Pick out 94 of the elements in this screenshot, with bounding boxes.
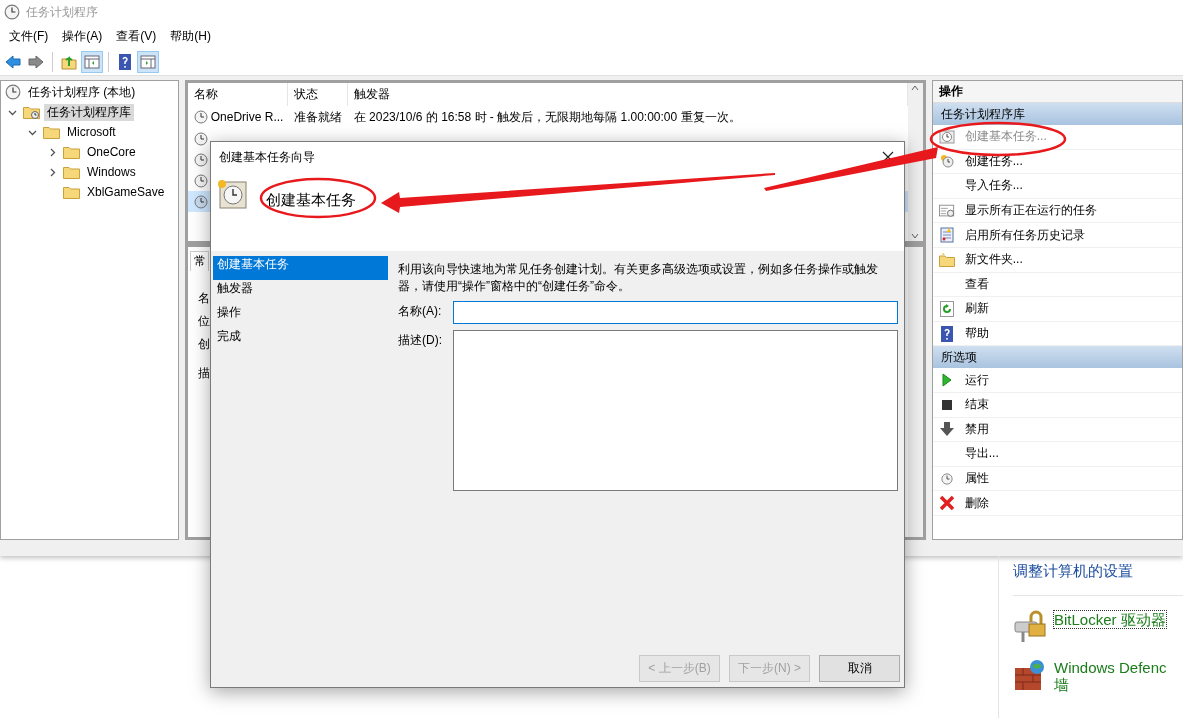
- panel-title: 操作: [932, 81, 1182, 103]
- action-item[interactable]: 查看: [964, 276, 989, 292]
- field-label: 名: [197, 291, 210, 306]
- wizard-button[interactable]: 取消: [819, 655, 900, 682]
- wizard-step[interactable]: 创建基本任务: [213, 256, 388, 280]
- settings-link[interactable]: 调整计算机的设置: [1013, 562, 1183, 596]
- control-panel-link[interactable]: 墙: [1054, 676, 1167, 694]
- wizard-step[interactable]: 完成: [213, 328, 388, 352]
- column-header[interactable]: 状态: [287, 83, 348, 106]
- scrollbar[interactable]: [907, 83, 923, 241]
- delete-icon: [938, 495, 955, 512]
- field-label: 位: [197, 314, 210, 329]
- wizard-heading: 创建基本任务: [266, 191, 356, 210]
- action-item[interactable]: 导入任务...: [964, 178, 1023, 194]
- control-panel-link[interactable]: BitLocker 驱动器: [1054, 610, 1166, 628]
- column-header[interactable]: 触发器: [347, 83, 908, 106]
- folder-up-icon: [61, 53, 77, 70]
- scrollbar[interactable]: [907, 247, 923, 537]
- action-item[interactable]: 运行: [964, 372, 989, 388]
- action-item[interactable]: 创建任务...: [964, 153, 1023, 169]
- window-title: 任务计划程序: [26, 4, 98, 20]
- toolbar-button[interactable]: [137, 50, 159, 73]
- forward-arrow-icon: [28, 53, 44, 70]
- clock-icon: [938, 129, 955, 144]
- clock-icon: [193, 194, 208, 209]
- table-cell-text: 准备就绪: [292, 110, 343, 125]
- menu-item[interactable]: 文件(F): [2, 28, 56, 44]
- action-item[interactable]: 删除: [964, 495, 989, 511]
- field-label: 描: [197, 366, 210, 381]
- description-field[interactable]: [453, 329, 898, 491]
- clock-icon: [193, 110, 208, 124]
- folder-icon: [43, 125, 60, 139]
- action-item[interactable]: 新文件夹...: [964, 252, 1023, 268]
- field-label: 描述(D):: [398, 331, 443, 349]
- play-icon: [941, 373, 952, 388]
- wizard-step[interactable]: 触发器: [213, 280, 388, 304]
- task-clock-icon: [216, 178, 248, 210]
- scroll-down-icon[interactable]: [911, 233, 920, 239]
- toolbar-button[interactable]: [81, 50, 103, 73]
- clock-icon: [193, 152, 208, 167]
- tree-item[interactable]: 任务计划程序 (本地): [25, 83, 139, 101]
- stop-icon: [941, 399, 952, 410]
- clock-icon: [939, 154, 954, 169]
- clock-icon: [940, 472, 953, 485]
- field-label: 创: [197, 337, 210, 352]
- name-field[interactable]: [453, 300, 898, 324]
- tree-item[interactable]: Microsoft: [64, 123, 119, 141]
- action-item[interactable]: 属性: [964, 471, 989, 486]
- tree-item[interactable]: 任务计划程序库: [44, 103, 134, 121]
- action-item[interactable]: 结束: [964, 397, 989, 413]
- dialog-title: 创建基本任务向导: [219, 149, 315, 165]
- folder-icon: [63, 165, 80, 179]
- panel-icon: [140, 53, 156, 70]
- panel-icon: [84, 53, 100, 70]
- action-item[interactable]: 刷新: [964, 301, 989, 317]
- folder-icon: [63, 185, 80, 199]
- lock-key-icon: [1013, 609, 1047, 644]
- table-cell: OneDrive R...: [210, 110, 284, 125]
- tab[interactable]: 常: [189, 251, 209, 271]
- refresh-icon: [939, 300, 954, 317]
- notepad-icon: [939, 227, 954, 244]
- column-header[interactable]: 名称: [187, 83, 288, 106]
- action-item[interactable]: 导出...: [964, 446, 999, 462]
- menu-item[interactable]: 帮助(H): [163, 28, 218, 44]
- list-clock-icon: [938, 203, 955, 218]
- table-cell-text: 在 2023/10/6 的 16:58 时 - 触发后，无限期地每隔 1.00:00:00 重复一次。: [352, 110, 741, 125]
- back-arrow-icon: [5, 53, 21, 70]
- folder-clock-icon: [23, 105, 40, 119]
- clock-icon: [5, 84, 21, 100]
- control-panel-link[interactable]: Windows Defenc: [1054, 658, 1167, 676]
- tree-item[interactable]: XblGameSave: [84, 183, 168, 201]
- down-arrow-icon: [939, 422, 954, 437]
- section-header[interactable]: 任务计划程序库: [932, 103, 1182, 125]
- menu-item[interactable]: 查看(V): [109, 28, 164, 44]
- tree-item[interactable]: OneCore: [84, 143, 139, 161]
- wizard-step[interactable]: 操作: [213, 304, 388, 328]
- action-item[interactable]: 禁用: [964, 421, 989, 437]
- clock-icon: [4, 4, 20, 20]
- clock-icon: [193, 131, 208, 146]
- action-item[interactable]: 启用所有任务历史记录: [964, 227, 1085, 243]
- field-label: 名称(A):: [398, 302, 443, 320]
- action-item[interactable]: 显示所有正在运行的任务: [964, 203, 1097, 219]
- menu-item[interactable]: 操作(A): [55, 28, 110, 44]
- new-folder-icon: [938, 252, 955, 267]
- intro-text: 利用该向导快速地为常见任务创建计划。有关更多高级选项或设置，例如多任务操作或触发器，请使用“操作”窗格中的“创建任务”命令。: [398, 261, 879, 295]
- help-icon: [940, 325, 953, 342]
- section-header[interactable]: 所选项: [932, 346, 1182, 369]
- action-item[interactable]: 帮助: [964, 326, 989, 342]
- scroll-up-icon[interactable]: [911, 85, 920, 91]
- folder-icon: [63, 145, 80, 159]
- clock-icon: [193, 173, 208, 188]
- help-icon: [117, 53, 133, 70]
- tree-item[interactable]: Windows: [84, 163, 139, 181]
- firewall-icon: [1013, 657, 1047, 692]
